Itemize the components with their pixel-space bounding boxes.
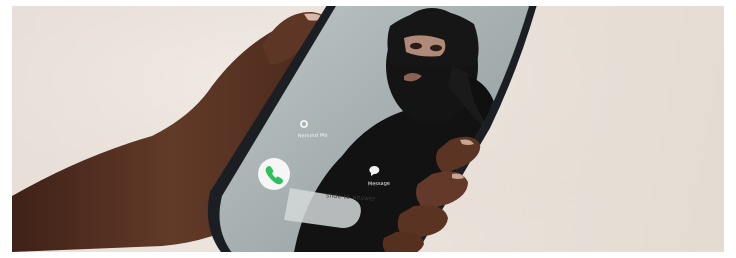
photo-scene [12, 6, 724, 252]
reminder-label: Remind Me [297, 132, 328, 140]
stock-photo: Remind Me Message slide to answer [12, 6, 724, 252]
accept-call-button [258, 158, 290, 190]
message-label: Message [367, 180, 391, 188]
